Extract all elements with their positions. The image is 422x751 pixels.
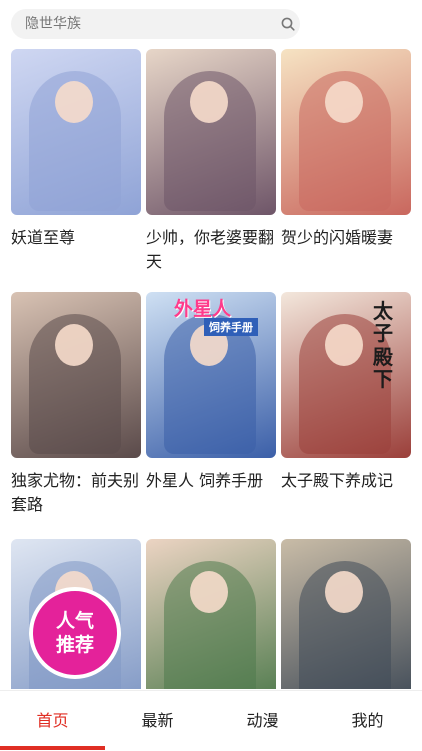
- tab-home[interactable]: 首页: [0, 691, 105, 751]
- tab-anime[interactable]: 动漫: [210, 691, 315, 751]
- comic-cover[interactable]: [11, 292, 141, 458]
- comic-card[interactable]: [146, 539, 276, 689]
- comic-title[interactable]: 贺少的闪婚暖妻: [281, 226, 411, 250]
- comic-cover[interactable]: [11, 49, 141, 215]
- comic-cover[interactable]: 人气 推荐: [11, 539, 141, 689]
- comic-card[interactable]: 外星人 饲养手册 外星人 饲养手册: [146, 292, 276, 493]
- cover-subtitle-text: 殿下: [373, 345, 393, 391]
- comic-card[interactable]: 独家尤物：前夫别套路: [11, 292, 141, 517]
- active-tab-indicator: [0, 746, 105, 750]
- comic-cover[interactable]: 外星人 饲养手册: [146, 292, 276, 458]
- cover-subtitle-text: 饲养手册: [204, 318, 258, 336]
- comic-title[interactable]: 妖道至尊: [11, 226, 141, 250]
- search-input[interactable]: [25, 9, 265, 39]
- comic-cover[interactable]: [146, 49, 276, 215]
- search-bar[interactable]: [11, 9, 300, 39]
- popular-recommend-badge: 人气 推荐: [29, 587, 121, 679]
- tab-mine[interactable]: 我的: [315, 691, 420, 751]
- cover-title-text: 太子: [373, 299, 393, 345]
- comic-cover[interactable]: [281, 539, 411, 689]
- comic-card[interactable]: 贺少的闪婚暖妻: [281, 49, 411, 250]
- comic-card[interactable]: 妖道至尊: [11, 49, 141, 250]
- comic-card[interactable]: 人气 推荐: [11, 539, 141, 689]
- comic-cover[interactable]: 太子 殿下: [281, 292, 411, 458]
- comic-grid: 妖道至尊 少帅，你老婆要翻天 贺少的闪婚暖妻 独家尤物：前夫别套路 外星人 饲养…: [0, 49, 422, 689]
- comic-card[interactable]: 少帅，你老婆要翻天: [146, 49, 276, 274]
- comic-title[interactable]: 外星人 饲养手册: [146, 469, 276, 493]
- comic-card[interactable]: [281, 539, 411, 689]
- badge-line-2: 推荐: [55, 634, 94, 656]
- bottom-tab-bar: 首页 最新 动漫 我的: [0, 690, 422, 751]
- tab-latest[interactable]: 最新: [105, 691, 210, 751]
- search-icon[interactable]: [281, 17, 295, 31]
- comic-title[interactable]: 太子殿下养成记: [281, 469, 411, 493]
- comic-cover[interactable]: [281, 49, 411, 215]
- comic-title[interactable]: 少帅，你老婆要翻天: [146, 226, 276, 274]
- comic-cover[interactable]: [146, 539, 276, 689]
- comic-card[interactable]: 太子 殿下 太子殿下养成记: [281, 292, 411, 493]
- badge-line-1: 人气: [55, 610, 94, 632]
- cover-title-text: 外星人: [174, 298, 232, 320]
- comic-title[interactable]: 独家尤物：前夫别套路: [11, 469, 141, 517]
